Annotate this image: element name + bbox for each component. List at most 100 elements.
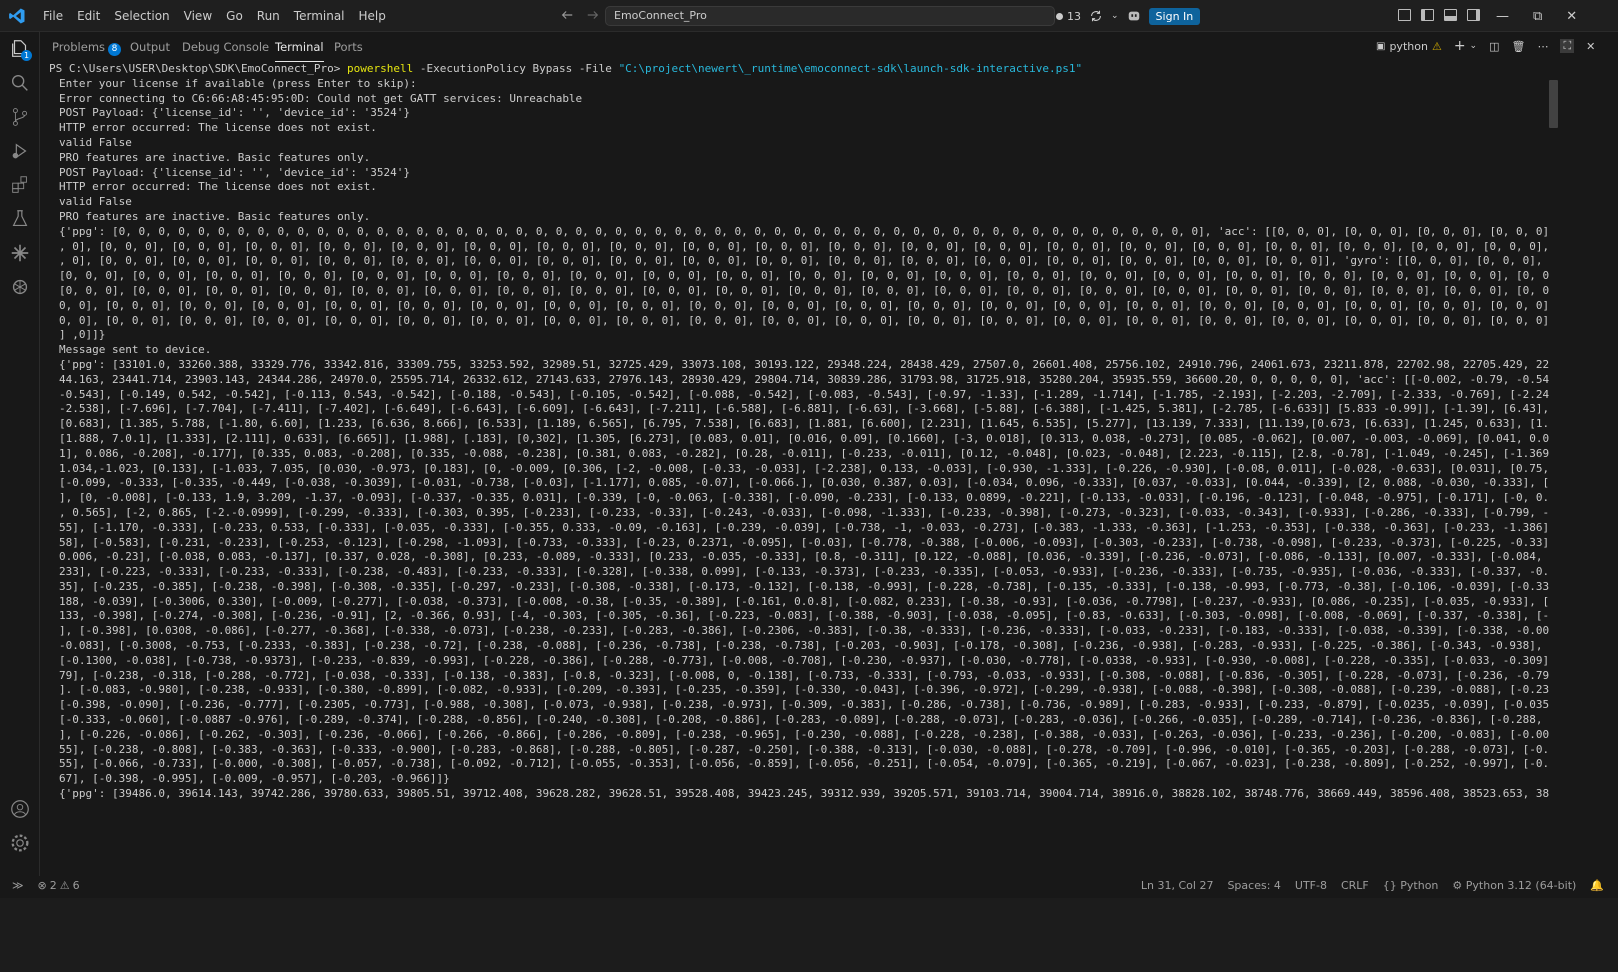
panel-actions: ▣ python ⚠ + ⌄ ◫ 🗑 ⋯ ⛶ ✕	[1376, 38, 1595, 54]
openai-icon[interactable]	[9, 276, 31, 298]
search-icon[interactable]	[9, 72, 31, 94]
terminal-line: [0.683], [1.385, 5.788, [-1.80, 6.60], […	[59, 417, 1549, 431]
chevron-down-icon[interactable]: ⌄	[1470, 41, 1478, 51]
sign-in-button[interactable]: Sign In	[1148, 7, 1201, 25]
braces-icon: {}	[1382, 879, 1397, 892]
nav-arrows	[560, 8, 600, 22]
problems-count-badge: 8	[108, 43, 122, 56]
terminal-scrollbar[interactable]	[1549, 80, 1558, 128]
tab-ports[interactable]: Ports	[334, 32, 363, 62]
terminal-line: {'ppg': [0, 0, 0, 0, 0, 0, 0, 0, 0, 0, 0…	[59, 224, 1549, 238]
terminal-line: [1.888, 7.0.1], [1.333], [2.111], 0.633]…	[59, 431, 1549, 445]
terminal-line: -0.543], [-0.149, 0.542, -0.542], [-0.11…	[59, 387, 1549, 401]
spark-icon[interactable]	[9, 242, 31, 264]
sync-icon[interactable]	[1089, 9, 1103, 23]
command-center-search[interactable]: EmoConnect_Pro	[605, 6, 1055, 26]
maximize-panel-icon[interactable]: ⛶	[1560, 39, 1575, 53]
toggle-panel-icon[interactable]	[1444, 9, 1457, 21]
close-icon[interactable]: ✕	[1566, 9, 1577, 24]
trash-icon[interactable]: 🗑	[1512, 40, 1526, 53]
indentation[interactable]: Spaces: 4	[1227, 879, 1280, 892]
command-name: powershell	[347, 62, 414, 75]
accounts-icon[interactable]	[9, 798, 31, 820]
back-arrow-icon[interactable]	[560, 8, 574, 22]
bottom-area	[0, 898, 1618, 972]
changes-count: 13	[1067, 9, 1081, 23]
split-terminal-icon[interactable]: ◫	[1489, 40, 1499, 53]
source-control-icon[interactable]	[9, 106, 31, 128]
cursor-position[interactable]: Ln 31, Col 27	[1141, 879, 1214, 892]
terminal-line: 1.034,-1.023, [0.133], [-1.033, 7.035, […	[59, 461, 1549, 475]
terminal-line: PRO features are inactive. Basic feature…	[59, 209, 371, 223]
menu-item-help[interactable]: Help	[352, 9, 393, 23]
forward-arrow-icon[interactable]	[586, 8, 600, 22]
toggle-secondary-sidebar-icon[interactable]	[1467, 9, 1480, 21]
titlebar-actions: 13 ⌄ Sign In	[1056, 0, 1201, 32]
terminal-output[interactable]: PS C:\Users\USER\Desktop\SDK\EmoConnect_…	[41, 62, 1549, 868]
settings-gear-icon[interactable]	[9, 832, 31, 854]
terminal-line: Message sent to device.	[59, 343, 212, 357]
run-debug-icon[interactable]	[9, 140, 31, 162]
chevron-down-icon[interactable]: ⌄	[1111, 11, 1119, 21]
copilot-icon[interactable]	[1127, 9, 1141, 23]
language-label: Python	[1400, 879, 1439, 892]
testing-icon[interactable]	[9, 208, 31, 230]
terminal-line: HTTP error occurred: The license does no…	[59, 121, 377, 135]
menu-item-edit[interactable]: Edit	[70, 9, 107, 23]
terminal-line: PRO features are inactive. Basic feature…	[59, 150, 371, 164]
menu-item-run[interactable]: Run	[250, 9, 287, 23]
explorer-icon[interactable]: 1	[9, 38, 32, 61]
terminal-line: ]. [-0.083, -0.980], [-0.238, -0.933], […	[59, 683, 1549, 697]
tab-output[interactable]: Output	[130, 32, 170, 62]
terminal-line: , 0.565], [-2, 0.865, [-2.-0.0999], [-0.…	[59, 505, 1549, 519]
terminal-line: , 0], [0, 0, 0], [0, 0, 0], [0, 0, 0], […	[59, 239, 1549, 253]
terminal-line: 188, -0.039], [-0.3006, 0.330], [-0.009,…	[59, 594, 1549, 608]
notifications-bell-icon[interactable]: 🔔	[1590, 879, 1604, 892]
menu-item-view[interactable]: View	[177, 9, 219, 23]
customize-layout-icon[interactable]	[1398, 9, 1411, 21]
menu-item-terminal[interactable]: Terminal	[287, 9, 352, 23]
toggle-primary-sidebar-icon[interactable]	[1421, 9, 1434, 21]
menu-item-selection[interactable]: Selection	[107, 9, 176, 23]
python-interpreter[interactable]: ⚙ Python 3.12 (64-bit)	[1452, 879, 1576, 892]
terminal-prompt-line: PS C:\Users\USER\Desktop\SDK\EmoConnect_…	[41, 62, 1549, 77]
menu-bar: File Edit Selection View Go Run Terminal Help	[36, 0, 393, 32]
interpreter-icon: ⚙	[1452, 879, 1463, 892]
remote-icon[interactable]: ≫	[12, 879, 24, 892]
terminal-prompt: PS C:\Users\USER\Desktop\SDK\EmoConnect_…	[49, 62, 348, 75]
terminal-line: [-0.1300, -0.038], [-0.738, -0.9373], [-…	[59, 653, 1549, 667]
activity-bar: 1	[0, 32, 40, 898]
extensions-icon[interactable]	[9, 174, 31, 196]
menu-item-file[interactable]: File	[36, 9, 70, 23]
close-panel-icon[interactable]: ✕	[1586, 40, 1595, 53]
terminal-line: POST Payload: {'license_id': '', 'device…	[59, 106, 410, 120]
tab-debug-console[interactable]: Debug Console	[182, 32, 269, 62]
problems-status[interactable]: ⊗ 2 ⚠ 6	[38, 879, 80, 892]
changes-indicator[interactable]: 13	[1056, 10, 1081, 23]
terminal-line: ], [0, -0.008], [-0.133, 1.9, 3.209, -1.…	[59, 491, 1549, 505]
new-terminal-icon[interactable]: +	[1454, 38, 1466, 54]
tab-terminal[interactable]: Terminal	[275, 32, 324, 62]
language-mode[interactable]: {} Python	[1383, 879, 1439, 892]
tab-problems[interactable]: Problems 8	[52, 32, 122, 62]
terminal-line: HTTP error occurred: The license does no…	[59, 180, 377, 194]
command-path: "C:\project\newert\_runtime\emoconnect-s…	[618, 62, 1083, 75]
terminal-line: 58], [-0.583], [-0.231, -0.233], [-0.253…	[59, 535, 1549, 549]
line-ending[interactable]: CRLF	[1341, 879, 1369, 892]
terminal-line: [-0.333, -0.060], [-0.0887 -0.976], [-0.…	[59, 713, 1549, 727]
terminal-line: {'ppg': [33101.0, 33260.388, 33329.776, …	[59, 357, 1549, 371]
terminal-line: POST Payload: {'license_id': '', 'device…	[59, 165, 410, 179]
vscode-logo-icon	[9, 8, 25, 24]
terminal-line: ] ,0]]}	[59, 328, 106, 342]
terminal-line: [-0.398, -0.090], [-0.236, -0.777], [-0.…	[59, 698, 1549, 712]
terminal-shell-label[interactable]: python	[1389, 40, 1427, 53]
terminal-line: 1], 0.086, -0.208], -0.177], [0.335, 0.0…	[59, 446, 1549, 460]
encoding[interactable]: UTF-8	[1295, 879, 1327, 892]
explorer-badge: 1	[21, 50, 32, 61]
terminal-line: [-0.099, -0.333, [-0.335, -0.449, [-0.03…	[59, 476, 1549, 490]
menu-item-go[interactable]: Go	[219, 9, 250, 23]
minimize-icon[interactable]: —	[1496, 9, 1509, 24]
more-actions-icon[interactable]: ⋯	[1537, 40, 1548, 53]
terminal-line: 55], [-1.170, -0.333], [-0.233, 0.533, […	[59, 520, 1549, 534]
restore-icon[interactable]: ⧉	[1533, 9, 1542, 24]
